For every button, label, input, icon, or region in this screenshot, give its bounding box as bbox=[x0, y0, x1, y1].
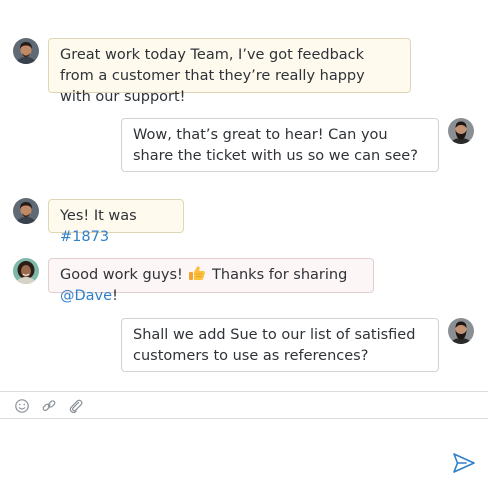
avatar bbox=[13, 198, 39, 224]
avatar bbox=[448, 118, 474, 144]
message-bubble: Wow, that’s great to hear! Can you share… bbox=[121, 118, 439, 172]
link-icon[interactable] bbox=[41, 398, 57, 414]
avatar bbox=[13, 38, 39, 64]
composer-divider bbox=[0, 391, 488, 392]
avatar bbox=[448, 318, 474, 344]
avatar bbox=[13, 258, 39, 284]
attachment-icon[interactable] bbox=[68, 398, 84, 414]
thumbs-up-icon bbox=[188, 265, 206, 281]
message-bubble: Yes! It was #1873 bbox=[48, 199, 184, 245]
mention-link[interactable]: @Dave bbox=[60, 288, 112, 304]
message-text: Yes! It was bbox=[60, 208, 137, 224]
message-text: Wow, that’s great to hear! Can you share… bbox=[133, 127, 418, 164]
send-icon[interactable] bbox=[452, 452, 476, 474]
composer-divider bbox=[0, 418, 488, 419]
message-text: Good work guys! bbox=[60, 267, 188, 283]
message-text: Thanks for sharing bbox=[207, 267, 348, 283]
emoji-icon[interactable] bbox=[14, 398, 30, 414]
message-text: Great work today Team, I’ve got feedback… bbox=[60, 47, 365, 105]
ticket-link[interactable]: #1873 bbox=[60, 229, 109, 245]
message-text: Shall we add Sue to our list of satisfie… bbox=[133, 327, 416, 364]
message-text: ! bbox=[112, 288, 118, 304]
message-bubble: Shall we add Sue to our list of satisfie… bbox=[121, 318, 439, 372]
message-bubble: Good work guys! Thanks for sharing @Dave… bbox=[48, 258, 374, 304]
message-bubble: Great work today Team, I’ve got feedback… bbox=[48, 38, 411, 105]
